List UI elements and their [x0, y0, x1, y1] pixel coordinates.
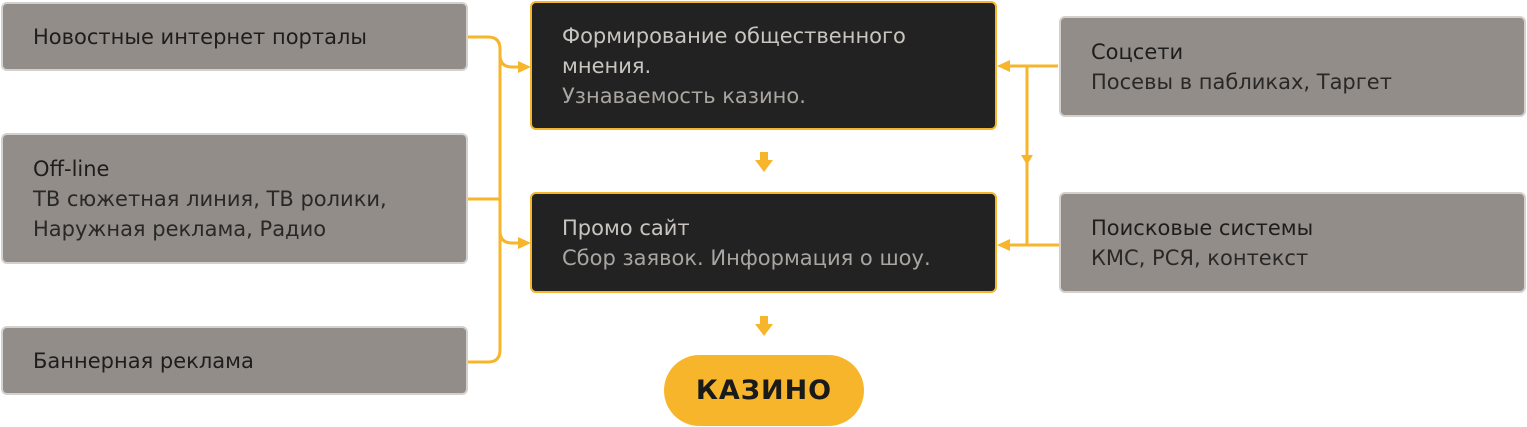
search-engines-subtitle: КМС, РСЯ, контекст — [1091, 245, 1309, 270]
public-opinion-subtitle: Узнаваемость казино. — [562, 83, 806, 108]
offline-line-1: ТВ сюжетная линия, ТВ ролики, — [33, 186, 387, 211]
offline-title: Off-line — [33, 156, 110, 181]
banner-ads-title: Баннерная реклама — [33, 348, 254, 373]
news-portals-box: Новостные интернет порталы — [1, 2, 468, 71]
offline-box: Off-line ТВ сюжетная линия, ТВ ролики, Н… — [1, 133, 468, 264]
arrow-left-icon — [997, 239, 1010, 251]
arrow-down-icon — [1021, 155, 1033, 165]
public-opinion-box: Формирование общественного мнения. Узнав… — [530, 1, 997, 130]
public-opinion-title-line-1: Формирование общественного — [562, 23, 906, 48]
news-portals-title: Новостные интернет порталы — [33, 24, 367, 49]
promo-site-title: Промо сайт — [562, 215, 690, 240]
arrow-down-icon — [755, 324, 773, 336]
search-engines-box: Поисковые системы КМС, РСЯ, контекст — [1059, 192, 1526, 293]
arrow-left-icon — [997, 60, 1010, 72]
social-networks-title: Соцсети — [1091, 39, 1184, 64]
banner-ads-box: Баннерная реклама — [1, 326, 468, 395]
promo-site-box: Промо сайт Сбор заявок. Информация о шоу… — [530, 192, 997, 293]
arrow-down-icon — [755, 160, 773, 172]
casino-pill: КАЗИНО — [664, 355, 864, 426]
promo-site-subtitle: Сбор заявок. Информация о шоу. — [562, 245, 931, 270]
search-engines-title: Поисковые системы — [1091, 215, 1314, 240]
social-networks-subtitle: Посевы в пабликах, Таргет — [1091, 69, 1392, 94]
offline-line-2: Наружная реклама, Радио — [33, 216, 327, 241]
social-networks-box: Соцсети Посевы в пабликах, Таргет — [1059, 16, 1526, 117]
public-opinion-title-line-2: мнения. — [562, 53, 652, 78]
